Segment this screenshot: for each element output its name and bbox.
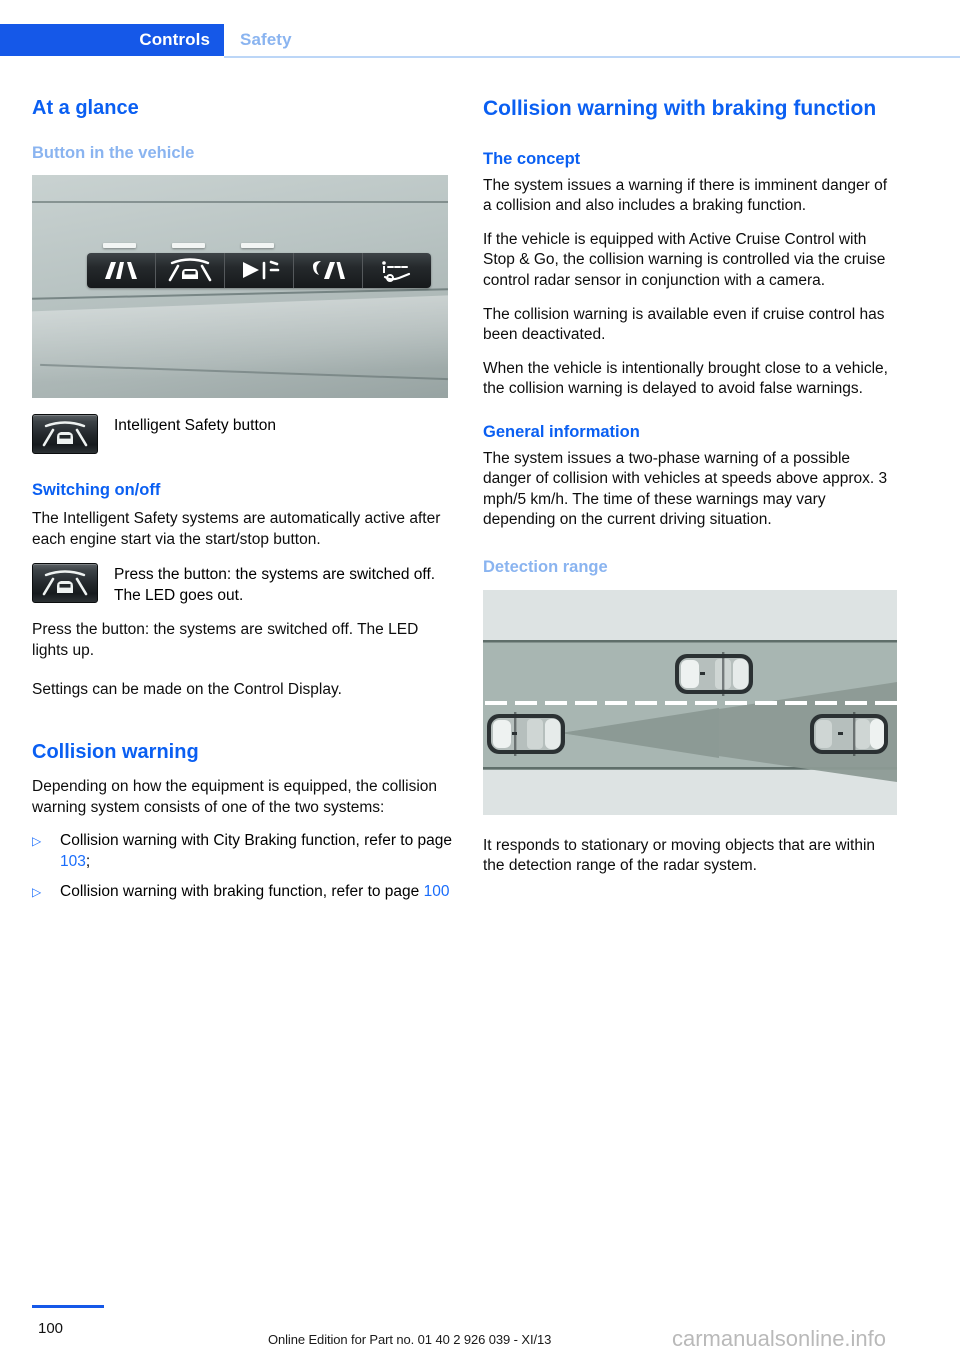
- heading-detection-range: Detection range: [483, 558, 608, 577]
- photo-trim-line: [32, 201, 448, 204]
- high-beam-assistant-button[interactable]: [225, 243, 294, 289]
- footer-rule: [32, 1305, 104, 1308]
- heading-switching-on-off: Switching on/off: [32, 481, 161, 500]
- vehicle-button-photo: [32, 175, 448, 399]
- caption-text: Intelligent Safety button: [114, 417, 277, 435]
- paragraph-detection-1: It responds to stationary or moving obje…: [483, 836, 876, 875]
- paragraph-general-1: The system issues a two-phase warning of…: [483, 449, 888, 529]
- heading-collision-warning: Collision warning: [32, 741, 199, 764]
- detection-range-diagram: [483, 589, 897, 815]
- distant-vehicle-top-view: [810, 711, 888, 756]
- parking-assistant-button[interactable]: [363, 253, 431, 289]
- paragraph-switching-3: Settings can be made on the Control Disp…: [32, 680, 342, 698]
- bullet-triangle-icon: ▷: [32, 884, 42, 899]
- intelligent-safety-button[interactable]: [156, 243, 225, 289]
- parking-assistant-icon: [382, 261, 411, 283]
- list-item-text-before: Collision warning with braking function,…: [60, 882, 424, 900]
- right-column: Collision warning with braking function …: [483, 96, 897, 877]
- lane-departure-icon: [105, 262, 137, 280]
- led-indicator: [172, 243, 205, 249]
- intelligent-safety-icon: [168, 258, 212, 282]
- list-item-text-before: Collision warning with City Braking func…: [60, 832, 452, 850]
- paragraph-concept-1: The system issues a warning if there is …: [483, 176, 888, 215]
- list-item-text: Collision warning with braking function,…: [60, 882, 452, 903]
- host-vehicle-top-view: [487, 711, 565, 756]
- page-reference-link[interactable]: 103: [60, 853, 86, 870]
- road-edge-top: [483, 639, 897, 643]
- heading-button-in-the-vehicle: Button in the vehicle: [32, 143, 195, 162]
- bullet-triangle-icon: ▷: [32, 834, 42, 849]
- paragraph-concept-2: If the vehicle is equipped with Active C…: [483, 230, 886, 289]
- caption-text: Press the button: the systems are switch…: [114, 566, 436, 604]
- left-column: At a glance Button in the vehicle Intell…: [32, 96, 452, 911]
- led-indicator: [241, 243, 274, 249]
- list-item: ▷ Collision warning with City Braking fu…: [32, 831, 452, 872]
- watermark: carmanualsonline.info: [672, 1326, 887, 1351]
- high-beam-assistant-icon: [243, 261, 280, 280]
- night-vision-icon: [313, 261, 345, 280]
- list-item-text: Collision warning with City Braking func…: [60, 831, 452, 872]
- lane-departure-warning-button[interactable]: [87, 243, 156, 289]
- paragraph-concept-3: The collision warning is available even …: [483, 305, 885, 344]
- led-indicator: [103, 243, 136, 249]
- night-vision-button[interactable]: [294, 253, 363, 289]
- tab-controls[interactable]: Controls: [0, 24, 224, 56]
- breadcrumb-tabbar: Controls Safety: [0, 24, 960, 56]
- page-title: At a glance: [32, 97, 139, 119]
- list-item: ▷ Collision warning with braking functio…: [32, 882, 452, 903]
- caption-intelligent-safety-button: Intelligent Safety button: [32, 414, 452, 455]
- heading-general-information: General information: [483, 422, 640, 441]
- caption-press-button: Press the button: the systems are switch…: [32, 563, 452, 606]
- page-reference-link[interactable]: 100: [424, 883, 450, 900]
- page-number: 100: [38, 1320, 64, 1337]
- paragraph-collision-intro: Depending on how the equipment is equipp…: [32, 778, 438, 816]
- section-title-collision-warning-braking: Collision warning with braking function: [483, 97, 877, 120]
- console-button-strip: [87, 243, 431, 289]
- heading-the-concept: The concept: [483, 149, 581, 168]
- paragraph-concept-4: When the vehicle is intentionally brough…: [483, 359, 888, 398]
- tab-safety[interactable]: Safety: [240, 24, 292, 56]
- photo-highlight: [32, 293, 448, 399]
- intelligent-safety-button-icon: [32, 563, 98, 604]
- paragraph-switching-2: Press the button: the systems are switch…: [32, 621, 419, 660]
- vehicle-ahead-top-view: [675, 651, 753, 696]
- list-item-text-after: ;: [85, 852, 91, 870]
- edition-note: Online Edition for Part no. 01 40 2 926 …: [268, 1332, 552, 1347]
- paragraph-switching-1: The Intelligent Safety systems are autom…: [32, 510, 441, 548]
- header-divider: [224, 56, 960, 58]
- intelligent-safety-button-icon: [32, 414, 98, 455]
